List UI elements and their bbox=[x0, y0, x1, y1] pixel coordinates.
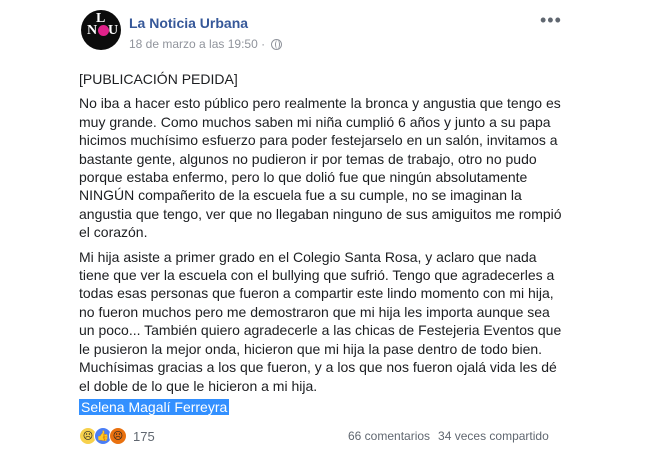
more-options-button[interactable]: ••• bbox=[540, 11, 562, 29]
avatar-letter-l: L bbox=[96, 11, 106, 26]
shares-count-link[interactable]: 34 veces compartido bbox=[438, 429, 549, 443]
avatar-letter-u: U bbox=[108, 23, 119, 38]
signature-mention[interactable]: Selena Magalí Ferreyra bbox=[79, 399, 230, 415]
post-stats: 66 comentarios 34 veces compartido bbox=[348, 429, 549, 443]
post-header-line: [PUBLICACIÓN PEDIDA] bbox=[79, 71, 238, 87]
reactions-bar[interactable]: ☹ 👍 ☹ 175 bbox=[79, 427, 155, 445]
page-name-link[interactable]: La Noticia Urbana bbox=[129, 15, 248, 31]
post-timestamp[interactable]: 18 de marzo a las 19:50 · bbox=[129, 37, 265, 51]
angry-icon: ☹ bbox=[109, 427, 127, 445]
signature-row: Selena Magalí Ferreyra bbox=[79, 398, 230, 416]
globe-icon bbox=[271, 38, 283, 50]
avatar-letter-n: N bbox=[87, 23, 98, 38]
page-avatar[interactable]: L N U bbox=[81, 10, 121, 50]
post-paragraph-1: No iba a hacer esto público pero realmen… bbox=[79, 95, 562, 241]
post-paragraph-2: Mi hija asiste a primer grado en el Cole… bbox=[79, 248, 562, 394]
comments-count-link[interactable]: 66 comentarios bbox=[348, 429, 430, 443]
post-timestamp-row: 18 de marzo a las 19:50 · bbox=[129, 37, 283, 51]
post-body: [PUBLICACIÓN PEDIDA] No iba a hacer esto… bbox=[79, 70, 566, 401]
reaction-count[interactable]: 175 bbox=[133, 429, 155, 444]
